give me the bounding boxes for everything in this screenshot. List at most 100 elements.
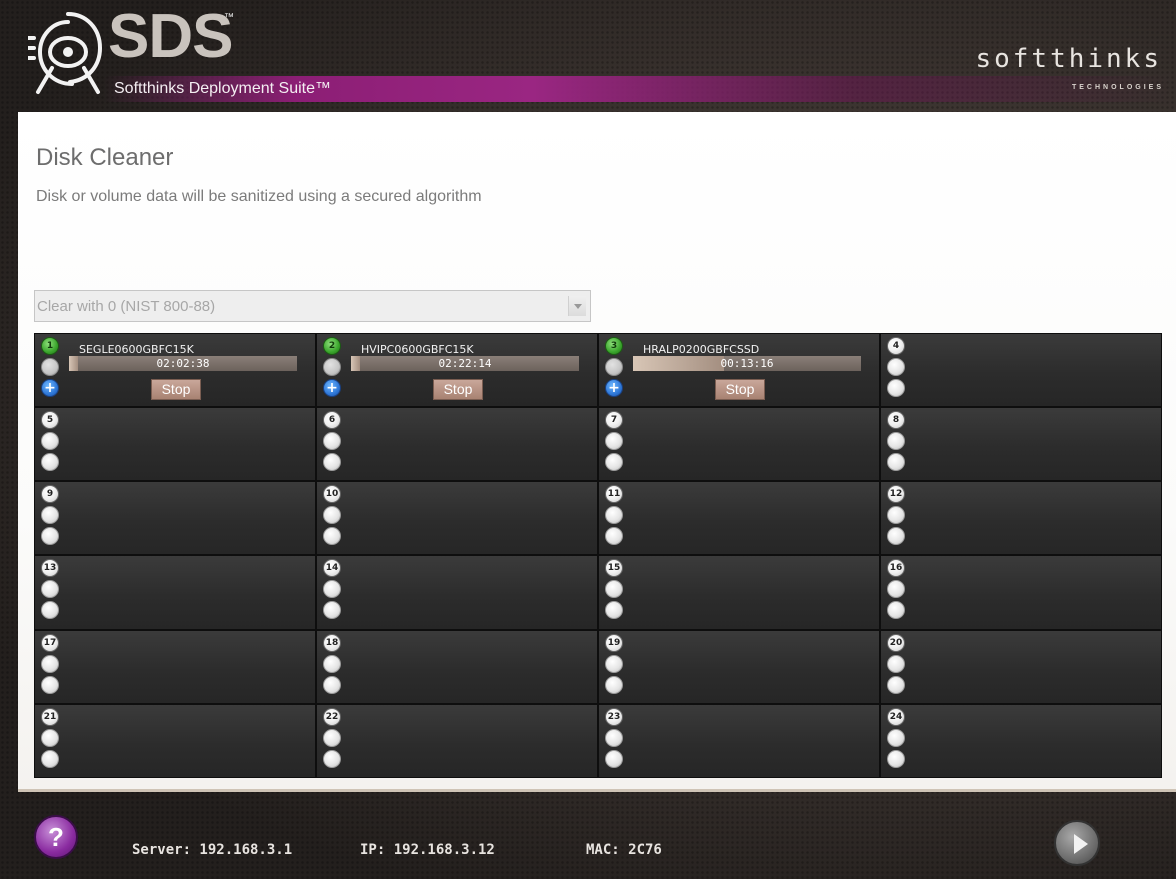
disk-slot[interactable]: 3 + HRALP0200GBFCSSD 00:13:16 Stop: [599, 334, 879, 407]
status-light-icon: [605, 580, 623, 599]
status-light-icon: [323, 506, 341, 525]
status-light-icon: [887, 432, 905, 451]
disk-slot[interactable]: 19: [599, 630, 879, 703]
slot-indicators: 6: [323, 411, 341, 472]
disk-model: HVIPC0600GBFC15K: [361, 343, 474, 356]
suite-name: Softthinks Deployment Suite™: [114, 80, 331, 97]
slot-number-badge: 9: [41, 485, 59, 504]
disk-slot[interactable]: 8: [881, 408, 1161, 481]
page-title: Disk Cleaner: [36, 144, 174, 171]
status-light-icon: [887, 580, 905, 599]
status-light-icon: [887, 379, 905, 397]
slot-number-badge: 19: [605, 633, 623, 652]
slot-number-badge: 13: [41, 559, 59, 578]
disk-slot[interactable]: 11: [599, 482, 879, 555]
disk-slot[interactable]: 17: [35, 630, 315, 703]
stop-button[interactable]: Stop: [151, 379, 201, 400]
status-light-icon: [323, 601, 341, 620]
chevron-down-icon[interactable]: [568, 296, 586, 316]
status-light-icon: [323, 527, 341, 546]
slot-number-badge: 8: [887, 411, 905, 430]
status-light-icon: [605, 675, 623, 694]
main-panel: Disk Cleaner Disk or volume data will be…: [18, 112, 1176, 792]
elapsed-time: 00:13:16: [720, 357, 774, 370]
sds-logo-text: SDS: [108, 2, 233, 71]
status-light-icon: [887, 527, 905, 546]
slot-indicators: 19: [605, 633, 623, 694]
slot-number-badge: 17: [41, 633, 59, 652]
slot-number-badge: 21: [41, 707, 59, 726]
disk-slot[interactable]: 14: [317, 556, 597, 629]
slot-indicators: 8: [887, 411, 905, 472]
disk-slot[interactable]: 6: [317, 408, 597, 481]
status-light-icon: [605, 358, 623, 376]
page-subtitle: Disk or volume data will be sanitized us…: [36, 188, 482, 205]
status-light-icon: [323, 453, 341, 472]
status-light-icon: [605, 453, 623, 472]
add-icon[interactable]: +: [605, 379, 623, 397]
disk-slot[interactable]: 24: [881, 704, 1161, 777]
status-light-icon: [41, 601, 59, 620]
slot-indicators: 22: [323, 707, 341, 768]
status-light-icon: [887, 749, 905, 768]
next-button[interactable]: [1054, 820, 1100, 866]
disk-slot[interactable]: 1 + SEGLE0600GBFC15K 02:02:38 Stop: [35, 334, 315, 407]
disk-slot[interactable]: 16: [881, 556, 1161, 629]
status-light-icon: [605, 432, 623, 451]
slot-number-badge: 18: [323, 633, 341, 652]
wipe-progress-bar: 02:22:14: [351, 356, 579, 371]
status-light-icon: [887, 506, 905, 525]
slot-indicators: 3 +: [605, 337, 623, 397]
elapsed-time: 02:22:14: [438, 357, 492, 370]
status-light-icon: [887, 358, 905, 376]
disk-slot[interactable]: 10: [317, 482, 597, 555]
wipe-method-select[interactable]: Clear with 0 (NIST 800-88): [34, 290, 591, 322]
stop-button[interactable]: Stop: [433, 379, 483, 400]
status-light-icon: [887, 654, 905, 673]
disk-slot[interactable]: 5: [35, 408, 315, 481]
slot-indicators: 7: [605, 411, 623, 472]
disk-model: SEGLE0600GBFC15K: [79, 343, 194, 356]
disk-slot[interactable]: 22: [317, 704, 597, 777]
slot-indicators: 17: [41, 633, 59, 694]
disk-slot[interactable]: 15: [599, 556, 879, 629]
slot-number-badge: 6: [323, 411, 341, 430]
add-icon[interactable]: +: [41, 379, 59, 397]
status-light-icon: [887, 728, 905, 747]
help-button[interactable]: ?: [34, 815, 78, 859]
slot-indicators: 13: [41, 559, 59, 620]
slot-number-badge: 16: [887, 559, 905, 578]
slot-number-badge: 12: [887, 485, 905, 504]
disk-slot[interactable]: 13: [35, 556, 315, 629]
slot-indicators: 9: [41, 485, 59, 546]
stop-button[interactable]: Stop: [715, 379, 765, 400]
disk-slot[interactable]: 20: [881, 630, 1161, 703]
app-header: SDS ™ Softthinks Deployment Suite™ softt…: [0, 0, 1176, 110]
disk-slot[interactable]: 12: [881, 482, 1161, 555]
ip-address: IP: 192.168.3.12: [360, 842, 495, 858]
slot-number-badge: 15: [605, 559, 623, 578]
status-light-icon: [887, 601, 905, 620]
slot-indicators: 20: [887, 633, 905, 694]
status-light-icon: [41, 527, 59, 546]
slot-number-badge: 2: [323, 337, 341, 355]
disk-slot[interactable]: 4: [881, 334, 1161, 407]
disk-slot[interactable]: 9: [35, 482, 315, 555]
disk-slot[interactable]: 7: [599, 408, 879, 481]
brand-logo: softthinks: [975, 44, 1162, 74]
status-light-icon: [323, 675, 341, 694]
slot-indicators: 5: [41, 411, 59, 472]
add-icon[interactable]: +: [323, 379, 341, 397]
disk-slot[interactable]: 2 + HVIPC0600GBFC15K 02:22:14 Stop: [317, 334, 597, 407]
disk-slot[interactable]: 23: [599, 704, 879, 777]
status-light-icon: [41, 675, 59, 694]
slot-indicators: 23: [605, 707, 623, 768]
disk-slot[interactable]: 21: [35, 704, 315, 777]
status-light-icon: [323, 654, 341, 673]
disk-slot[interactable]: 18: [317, 630, 597, 703]
slot-indicators: 12: [887, 485, 905, 546]
status-light-icon: [605, 728, 623, 747]
status-light-icon: [41, 453, 59, 472]
wipe-progress-bar: 00:13:16: [633, 356, 861, 371]
slot-indicators: 21: [41, 707, 59, 768]
